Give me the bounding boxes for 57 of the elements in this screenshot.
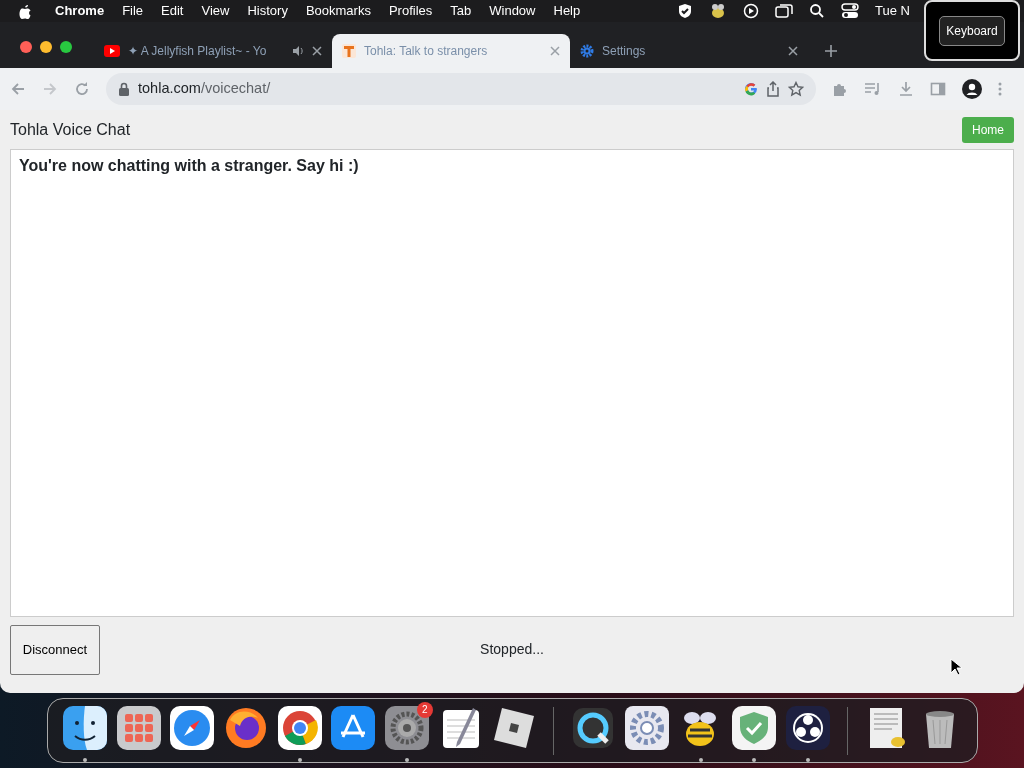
face-icon[interactable] xyxy=(62,705,107,750)
tab-title: Settings xyxy=(602,43,647,60)
status-text: Stopped... xyxy=(480,640,544,659)
letter-t-icon xyxy=(342,44,356,58)
window-control[interactable] xyxy=(20,41,32,53)
gear-icon xyxy=(580,44,594,58)
a-shape-icon[interactable] xyxy=(331,705,376,750)
menu-item[interactable]: Chrome xyxy=(46,1,114,21)
shield-icon[interactable] xyxy=(677,3,694,19)
menu-item[interactable]: Profiles xyxy=(379,1,442,21)
window-control[interactable] xyxy=(40,41,52,53)
profile-icon[interactable] xyxy=(962,79,982,99)
tab-title: ✦ A Jellyfish Playlist~ - Yo xyxy=(128,43,268,60)
video-icon xyxy=(104,45,120,57)
disconnect-button[interactable]: Disconnect xyxy=(10,625,100,675)
app-grid-icon[interactable] xyxy=(116,705,161,750)
close-icon[interactable] xyxy=(312,46,322,56)
gear-icon[interactable] xyxy=(624,705,669,750)
g-logo-icon[interactable] xyxy=(744,82,758,96)
tab-title: Tohla: Talk to strangers xyxy=(364,43,489,60)
compass-icon[interactable] xyxy=(170,705,215,750)
cursor-icon xyxy=(950,658,962,676)
q-icon[interactable] xyxy=(571,705,616,750)
three-ring-icon[interactable] xyxy=(785,705,830,750)
menu-item[interactable]: Bookmarks xyxy=(296,1,380,21)
close-icon[interactable] xyxy=(788,46,798,56)
windows-icon[interactable] xyxy=(775,3,794,19)
page-title: Tohla Voice Chat xyxy=(10,119,131,140)
circle-logo-icon[interactable] xyxy=(277,705,322,750)
menu-bar-clock[interactable]: Tue N xyxy=(875,1,910,21)
lock-icon xyxy=(118,82,130,96)
menu-item[interactable]: File xyxy=(113,1,153,21)
new-tab-icon[interactable] xyxy=(824,44,838,58)
share-icon[interactable] xyxy=(766,81,780,97)
speaker-icon[interactable] xyxy=(292,45,304,57)
url-text: tohla.com/voicechat/ xyxy=(138,79,272,99)
star-icon[interactable] xyxy=(788,81,804,97)
shield-icon[interactable] xyxy=(732,705,777,750)
gear-icon[interactable] xyxy=(384,705,429,750)
globe-icon[interactable] xyxy=(223,705,268,750)
keyboard-key: Keyboard xyxy=(939,15,1005,46)
window-control[interactable] xyxy=(60,41,72,53)
menu-item[interactable]: Edit xyxy=(152,1,193,21)
notification-count: 2 xyxy=(416,701,433,718)
apple-icon[interactable] xyxy=(18,3,32,19)
chat-message: You're now chatting with a stranger. Say hi :) xyxy=(19,156,360,176)
browser-tab[interactable]: Settings xyxy=(570,34,808,68)
menu-item[interactable]: Tab xyxy=(441,1,481,21)
address-bar[interactable]: tohla.com/voicechat/ xyxy=(106,73,816,105)
play-circle-icon[interactable] xyxy=(743,3,760,19)
menu-item[interactable]: Help xyxy=(544,1,590,21)
menu-item[interactable]: View xyxy=(192,1,239,21)
browser-tab[interactable]: ✦ A Jellyfish Playlist~ - Yo xyxy=(94,34,332,68)
toggle-icon[interactable] xyxy=(841,3,860,19)
menu-item[interactable]: History xyxy=(238,1,297,21)
search-icon[interactable] xyxy=(809,3,826,19)
menu-item[interactable]: Window xyxy=(480,1,545,21)
